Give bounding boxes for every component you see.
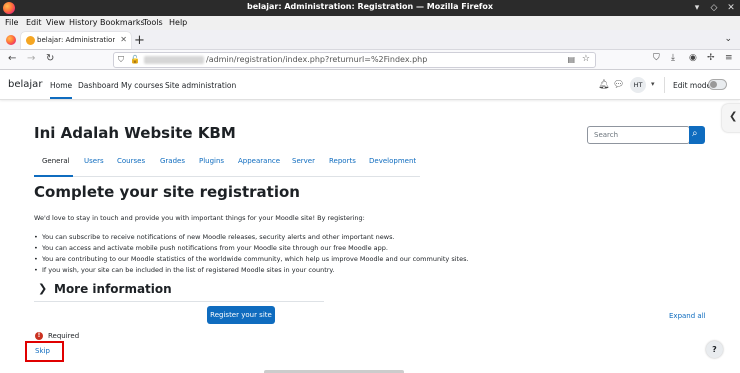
insecure-lock-icon[interactable]: 🔓: [130, 55, 140, 64]
site-title: Ini Adalah Website KBM: [34, 124, 236, 142]
firefox-view-icon[interactable]: [6, 35, 16, 45]
tab-title: belajar: Administration: Re: [37, 36, 115, 44]
menu-tools[interactable]: Tools: [143, 18, 163, 27]
tab-server[interactable]: Server: [292, 157, 315, 165]
list-item: You can access and activate mobile push …: [34, 244, 469, 255]
pocket-icon[interactable]: ⛉: [653, 53, 660, 63]
minimize-button[interactable]: ▾: [691, 2, 703, 14]
site-favicon-icon: [26, 36, 35, 45]
url-path: /admin/registration/index.php?returnurl=…: [206, 55, 428, 64]
header-divider: [664, 77, 665, 93]
list-item: If you wish, your site can be included i…: [34, 266, 469, 277]
search-input[interactable]: Search: [587, 126, 690, 144]
tab-courses[interactable]: Courses: [117, 157, 145, 165]
menu-file[interactable]: File: [5, 18, 18, 27]
tab-users[interactable]: Users: [84, 157, 104, 165]
site-brand[interactable]: belajar: [8, 79, 42, 90]
edit-mode-label: Edit mode: [673, 81, 712, 90]
forward-arrow-icon[interactable]: →: [27, 53, 35, 64]
tab-grades[interactable]: Grades: [160, 157, 185, 165]
tab-plugins[interactable]: Plugins: [199, 157, 224, 165]
tab-strip: belajar: Administration: Re ✕ + ⌄: [0, 30, 740, 50]
menu-view[interactable]: View: [46, 18, 65, 27]
search-icon: ⌕: [692, 128, 698, 139]
messages-chat-icon[interactable]: 💬︎: [613, 80, 624, 90]
search-placeholder: Search: [594, 131, 619, 139]
close-window-button[interactable]: ✕: [725, 2, 737, 14]
downloads-icon[interactable]: ⤓: [671, 53, 675, 63]
more-information-section[interactable]: More information: [54, 282, 172, 296]
page-heading: Complete your site registration: [34, 183, 300, 201]
register-site-button[interactable]: Register your site: [207, 306, 275, 324]
tab-general[interactable]: General: [42, 157, 70, 165]
menu-help[interactable]: Help: [169, 18, 187, 27]
window-title: belajar: Administration: Registration — …: [246, 2, 494, 11]
app-menu-icon[interactable]: ≡: [725, 53, 733, 63]
back-arrow-icon[interactable]: ←: [8, 53, 16, 64]
intro-text: We'd love to stay in touch and provide y…: [34, 214, 365, 222]
help-button[interactable]: ?: [706, 341, 723, 358]
chevron-left-icon: ❮: [729, 111, 738, 122]
benefits-list: You can subscribe to receive notificatio…: [34, 233, 469, 277]
nav-site-administration[interactable]: Site administration: [165, 81, 236, 90]
notifications-bell-icon[interactable]: 🔔︎: [598, 80, 609, 90]
tab-development[interactable]: Development: [369, 157, 416, 165]
list-item: You are contributing to our Moodle stati…: [34, 255, 469, 266]
nav-home[interactable]: Home: [50, 81, 73, 99]
menubar: File Edit View History Bookmarks Tools H…: [0, 16, 740, 30]
user-menu-chevron-icon[interactable]: ▾: [651, 80, 655, 88]
tab-appearance[interactable]: Appearance: [238, 157, 280, 165]
maximize-button[interactable]: ◇: [708, 2, 720, 14]
edit-mode-toggle[interactable]: [708, 79, 727, 90]
shield-icon[interactable]: ⛉: [118, 55, 124, 65]
search-button[interactable]: ⌕: [689, 126, 705, 144]
window-titlebar: belajar: Administration: Registration — …: [0, 0, 740, 16]
url-host-redacted: [144, 56, 204, 64]
new-tab-button[interactable]: +: [134, 33, 145, 48]
required-label: Required: [48, 332, 80, 340]
menu-edit[interactable]: Edit: [26, 18, 42, 27]
secondary-nav-divider: [34, 176, 420, 177]
section-divider: [34, 301, 324, 302]
list-tabs-chevron-icon[interactable]: ⌄: [724, 34, 732, 44]
moodle-navbar: belajar Home Dashboard My courses Site a…: [0, 70, 740, 100]
reload-icon[interactable]: ↻: [46, 53, 54, 64]
user-avatar[interactable]: HT: [630, 77, 646, 93]
required-icon: !: [35, 332, 43, 340]
menu-history[interactable]: History: [69, 18, 97, 27]
close-tab-icon[interactable]: ✕: [120, 35, 127, 44]
expand-all-link[interactable]: Expand all: [669, 312, 706, 320]
active-tab-indicator: [34, 175, 73, 177]
navigation-toolbar: ← → ↻ ⛉ 🔓 /admin/registration/index.php?…: [0, 50, 740, 70]
reader-view-icon[interactable]: ▤: [567, 55, 575, 64]
extension-icon[interactable]: ◉: [689, 53, 697, 63]
tab-reports[interactable]: Reports: [329, 157, 356, 165]
open-block-drawer-button[interactable]: ❮: [722, 104, 740, 132]
bookmark-star-icon[interactable]: ☆: [582, 54, 590, 64]
tab-registration[interactable]: belajar: Administration: Re ✕: [21, 32, 131, 49]
list-item: You can subscribe to receive notificatio…: [34, 233, 469, 244]
url-bar[interactable]: ⛉ 🔓 /admin/registration/index.php?return…: [113, 52, 596, 68]
extensions-puzzle-icon[interactable]: ✢: [707, 53, 715, 63]
expand-section-chevron-icon[interactable]: ❯: [38, 282, 47, 295]
nav-dashboard[interactable]: Dashboard: [78, 81, 119, 90]
nav-my-courses[interactable]: My courses: [121, 81, 163, 90]
menu-bookmarks[interactable]: Bookmarks: [100, 18, 145, 27]
skip-link[interactable]: Skip: [35, 347, 50, 355]
